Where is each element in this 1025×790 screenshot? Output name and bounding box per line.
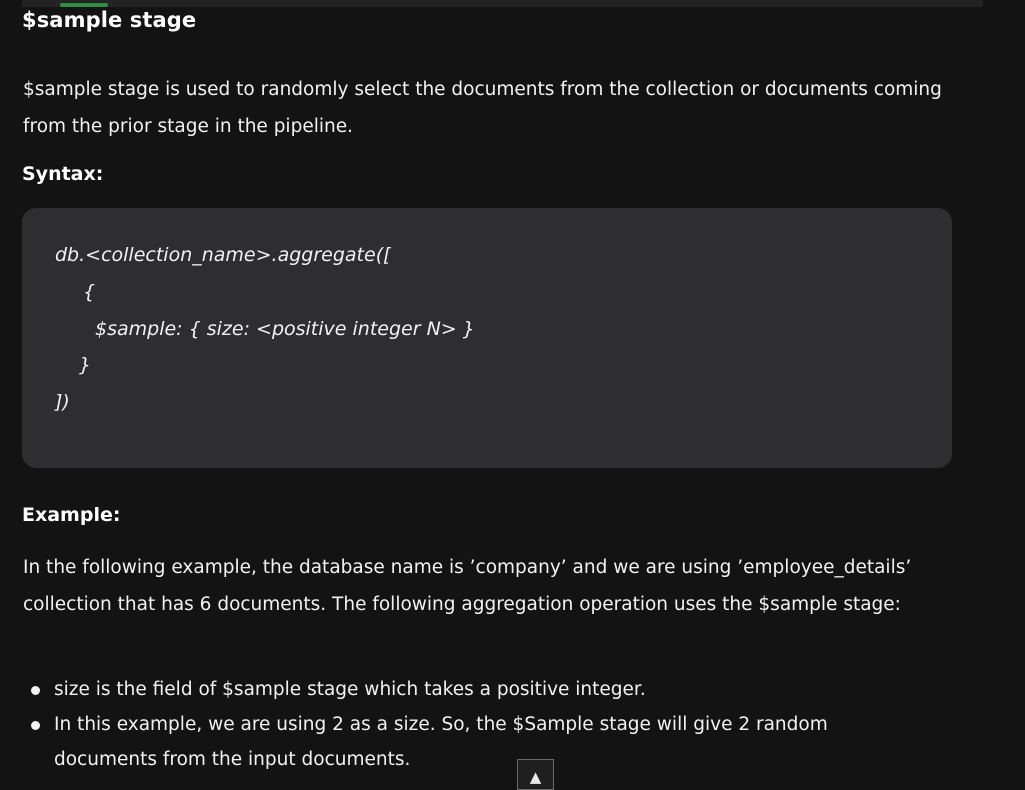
code-line: }	[79, 354, 92, 376]
syntax-code-block: db.<collection_name>.aggregate([ { $samp…	[22, 208, 952, 468]
code-line: db.<collection_name>.aggregate([	[55, 244, 391, 266]
arrow-up-icon: ▲	[529, 768, 542, 786]
scroll-to-top-button[interactable]: ▲	[517, 759, 554, 790]
syntax-label: Syntax:	[22, 163, 104, 185]
code-line: {	[83, 281, 96, 303]
list-item: In this example, we are using 2 as a siz…	[23, 707, 923, 777]
code-line: $sample: { size: <positive integer N> }	[95, 318, 475, 340]
example-bullet-list: size is the field of $sample stage which…	[23, 672, 923, 777]
code-line: ])	[55, 391, 70, 413]
section-title: $sample stage	[22, 8, 197, 32]
example-paragraph: In the following example, the database n…	[23, 557, 912, 615]
article-page: $sample stage $sample stage is used to r…	[0, 0, 1025, 790]
intro-paragraph: $sample stage is used to randomly select…	[23, 79, 942, 137]
example-label: Example:	[22, 504, 121, 526]
list-item: size is the field of $sample stage which…	[23, 672, 923, 707]
top-divider	[22, 0, 983, 7]
accent-indicator	[60, 3, 108, 7]
